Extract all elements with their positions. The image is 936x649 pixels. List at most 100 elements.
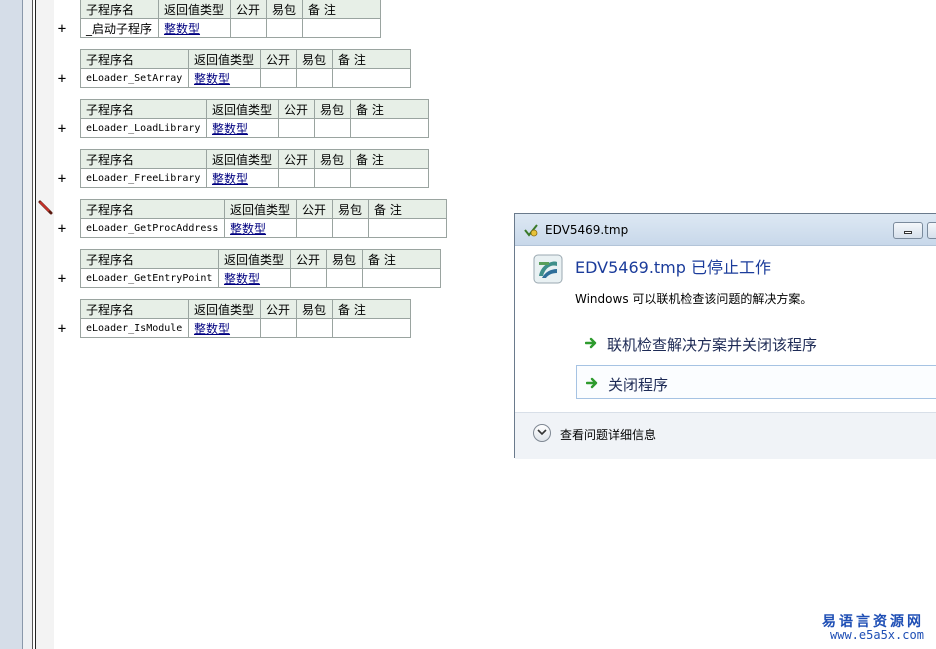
expand-details-button[interactable] [533, 424, 551, 442]
close-program-option[interactable]: 关闭程序 [576, 365, 936, 399]
return-type-link[interactable]: 整数型 [224, 218, 297, 238]
expand-toggle[interactable]: + [56, 322, 68, 336]
subroutine-name[interactable]: eLoader_SetArray [80, 68, 189, 88]
close-button[interactable] [927, 222, 936, 239]
easy-pack-cell[interactable] [266, 18, 303, 38]
remark-cell[interactable] [350, 168, 429, 188]
dialog-titlebar[interactable]: EDV5469.tmp [515, 214, 936, 246]
header-remark: 备 注 [332, 49, 411, 69]
header-easy-pack: 易包 [296, 299, 333, 319]
marker-column [36, 0, 54, 649]
public-cell[interactable] [290, 268, 327, 288]
minimize-button[interactable] [893, 222, 923, 239]
remark-cell[interactable] [332, 318, 411, 338]
header-public: 公开 [230, 0, 267, 19]
expand-toggle[interactable]: + [56, 172, 68, 186]
easy-pack-cell[interactable] [314, 168, 351, 188]
public-cell[interactable] [230, 18, 267, 38]
remark-cell[interactable] [350, 118, 429, 138]
application-icon [533, 254, 563, 284]
error-dialog: EDV5469.tmp EDV5469.tmp 已停止工作 Windows 可以… [514, 213, 936, 459]
header-remark: 备 注 [368, 199, 447, 219]
header-return-type: 返回值类型 [188, 49, 261, 69]
header-return-type: 返回值类型 [218, 249, 291, 269]
public-cell[interactable] [278, 168, 315, 188]
header-name: 子程序名 [80, 0, 159, 19]
expand-toggle[interactable]: + [56, 22, 68, 36]
subroutine-table: 子程序名 返回值类型 公开 易包 备 注 _启动子程序 整数型 [80, 0, 381, 38]
header-public: 公开 [278, 99, 315, 119]
header-public: 公开 [260, 49, 297, 69]
subroutine-name[interactable]: eLoader_FreeLibrary [80, 168, 207, 188]
option-label: 联机检查解决方案并关闭该程序 [607, 336, 818, 354]
header-name: 子程序名 [80, 149, 207, 169]
header-public: 公开 [290, 249, 327, 269]
header-name: 子程序名 [80, 249, 219, 269]
warning-shield-icon [524, 224, 538, 237]
public-cell[interactable] [260, 68, 297, 88]
header-return-type: 返回值类型 [158, 0, 231, 19]
header-remark: 备 注 [350, 99, 429, 119]
expand-toggle[interactable]: + [56, 272, 68, 286]
header-return-type: 返回值类型 [224, 199, 297, 219]
subroutine-table: 子程序名 返回值类型 公开 易包 备 注 eLoader_GetProcAddr… [80, 199, 447, 238]
easy-pack-cell[interactable] [332, 218, 369, 238]
dialog-description: Windows 可以联机检查该问题的解决方案。 [575, 292, 813, 306]
green-arrow-icon [585, 337, 597, 349]
expand-toggle[interactable]: + [56, 122, 68, 136]
header-remark: 备 注 [302, 0, 381, 19]
header-return-type: 返回值类型 [206, 149, 279, 169]
subroutine-name[interactable]: _启动子程序 [80, 18, 159, 38]
subroutine-table: 子程序名 返回值类型 公开 易包 备 注 eLoader_FreeLibrary… [80, 149, 429, 188]
remark-cell[interactable] [362, 268, 441, 288]
header-easy-pack: 易包 [332, 199, 369, 219]
header-name: 子程序名 [80, 299, 189, 319]
minimize-icon [904, 231, 912, 234]
header-remark: 备 注 [362, 249, 441, 269]
return-type-link[interactable]: 整数型 [206, 118, 279, 138]
header-public: 公开 [260, 299, 297, 319]
green-arrow-icon [586, 377, 598, 389]
header-easy-pack: 易包 [326, 249, 363, 269]
subroutine-table: 子程序名 返回值类型 公开 易包 备 注 eLoader_IsModule 整数… [80, 299, 411, 338]
header-return-type: 返回值类型 [188, 299, 261, 319]
header-easy-pack: 易包 [296, 49, 333, 69]
subroutine-name[interactable]: eLoader_GetProcAddress [80, 218, 225, 238]
expand-toggle[interactable]: + [56, 222, 68, 236]
return-type-link[interactable]: 整数型 [188, 68, 261, 88]
easy-pack-cell[interactable] [296, 318, 333, 338]
easy-pack-cell[interactable] [296, 68, 333, 88]
return-type-link[interactable]: 整数型 [206, 168, 279, 188]
remark-cell[interactable] [368, 218, 447, 238]
easy-pack-cell[interactable] [326, 268, 363, 288]
remark-cell[interactable] [332, 68, 411, 88]
edit-pencil-icon [38, 200, 53, 215]
header-name: 子程序名 [80, 99, 207, 119]
header-easy-pack: 易包 [266, 0, 303, 19]
dialog-heading: EDV5469.tmp 已停止工作 [575, 258, 772, 277]
subroutine-name[interactable]: eLoader_LoadLibrary [80, 118, 207, 138]
return-type-link[interactable]: 整数型 [218, 268, 291, 288]
expand-toggle[interactable]: + [56, 72, 68, 86]
header-name: 子程序名 [80, 49, 189, 69]
header-return-type: 返回值类型 [206, 99, 279, 119]
breakpoint-margin[interactable] [23, 0, 33, 649]
watermark-url: www.e5a5x.com [830, 628, 924, 642]
subroutine-name[interactable]: eLoader_IsModule [80, 318, 189, 338]
header-easy-pack: 易包 [314, 99, 351, 119]
header-public: 公开 [278, 149, 315, 169]
return-type-link[interactable]: 整数型 [188, 318, 261, 338]
header-remark: 备 注 [332, 299, 411, 319]
subroutine-table: 子程序名 返回值类型 公开 易包 备 注 eLoader_LoadLibrary… [80, 99, 429, 138]
public-cell[interactable] [296, 218, 333, 238]
public-cell[interactable] [278, 118, 315, 138]
public-cell[interactable] [260, 318, 297, 338]
easy-pack-cell[interactable] [314, 118, 351, 138]
check-online-option[interactable]: 联机检查解决方案并关闭该程序 [576, 326, 936, 360]
return-type-link[interactable]: 整数型 [158, 18, 231, 38]
details-label[interactable]: 查看问题详细信息 [560, 426, 656, 443]
left-gutter [0, 0, 23, 649]
remark-cell[interactable] [302, 18, 381, 38]
subroutine-name[interactable]: eLoader_GetEntryPoint [80, 268, 219, 288]
subroutine-table: 子程序名 返回值类型 公开 易包 备 注 eLoader_SetArray 整数… [80, 49, 411, 88]
